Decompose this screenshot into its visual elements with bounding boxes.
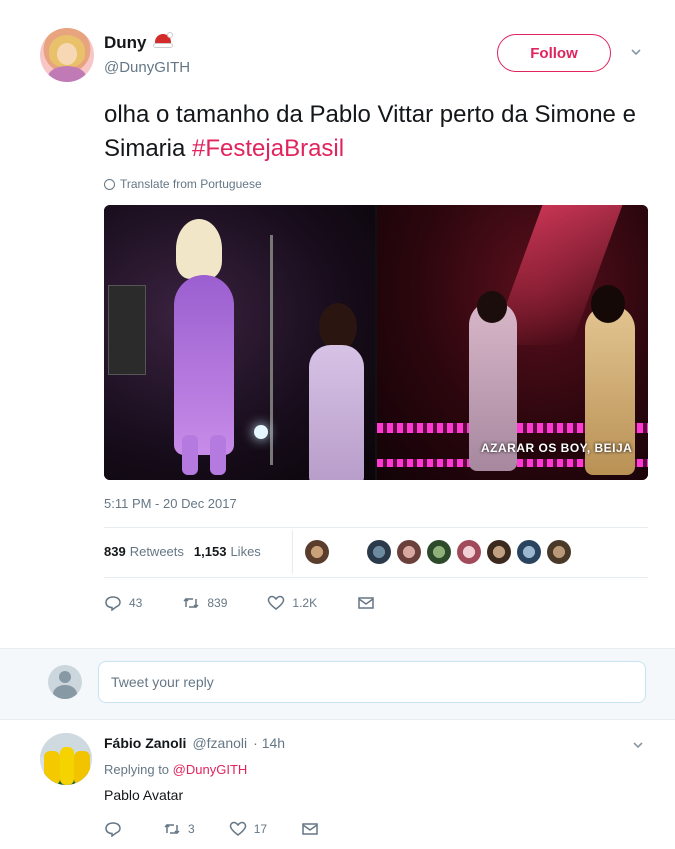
heart-icon (229, 821, 246, 836)
tweet-timestamp[interactable]: 5:11 PM - 20 Dec 2017 (104, 496, 237, 511)
media-photo-left[interactable] (104, 205, 375, 480)
translate-label: Translate from Portuguese (120, 177, 262, 191)
tweet-card: Duny @DunyGITH Follow olha o tamanho da … (0, 0, 675, 648)
retweet-icon (164, 823, 180, 835)
like-button[interactable]: 1.2K (267, 595, 317, 611)
media-caption: AZARAR OS BOY, BEIJA (481, 441, 633, 455)
reply-time[interactable]: · 14h (253, 735, 285, 751)
liker-avatar[interactable] (457, 540, 481, 564)
reply-button[interactable] (104, 821, 129, 837)
tweet-text: olha o tamanho da Pablo Vittar perto da … (104, 98, 654, 166)
reply-icon (105, 596, 121, 611)
retweet-button[interactable]: 839 (182, 595, 227, 611)
reply-actions: 3 17 (104, 821, 353, 837)
retweet-button[interactable]: 3 (163, 821, 195, 837)
liker-avatar[interactable] (427, 540, 451, 564)
heart-icon (268, 595, 285, 610)
replying-to: Replying to @DunyGITH (104, 762, 248, 777)
liker-avatar[interactable] (547, 540, 571, 564)
current-user-avatar (48, 665, 82, 699)
tweet-actions: 43 839 1.2K (104, 595, 415, 611)
reply-author-name[interactable]: Fábio Zanoli (104, 735, 186, 751)
reply-author-handle[interactable]: @fzanoli (192, 735, 247, 751)
retweet-count: 3 (188, 822, 195, 836)
author-avatar[interactable] (40, 28, 94, 82)
tweet-media[interactable]: AZARAR OS BOY, BEIJA (104, 205, 648, 480)
liker-avatars (305, 540, 571, 564)
envelope-icon (302, 823, 318, 835)
divider (292, 530, 293, 574)
author-handle[interactable]: @DunyGITH (104, 59, 190, 76)
liker-avatar[interactable] (517, 540, 541, 564)
follow-button[interactable]: Follow (497, 34, 611, 72)
tweet-text-main: olha o tamanho da Pablo Vittar perto da … (104, 101, 636, 162)
likes-stat[interactable]: 1,153 Likes (194, 544, 261, 559)
liker-avatar[interactable] (397, 540, 421, 564)
like-button[interactable]: 17 (229, 821, 267, 837)
retweet-count: 839 (207, 596, 228, 610)
reply-count: 43 (129, 596, 143, 610)
direct-message-button[interactable] (301, 821, 319, 837)
hashtag-link[interactable]: #FestejaBrasil (192, 135, 344, 162)
liker-avatar[interactable] (367, 540, 391, 564)
reply-header: Fábio Zanoli @fzanoli · 14h (104, 735, 285, 751)
reply-composer (0, 648, 675, 720)
santa-hat-icon (152, 32, 173, 52)
direct-message-button[interactable] (357, 595, 375, 611)
chevron-down-icon[interactable] (630, 46, 642, 58)
chevron-down-icon[interactable] (632, 739, 644, 751)
translate-link[interactable]: Translate from Portuguese (104, 177, 262, 191)
author-name[interactable]: Duny (104, 33, 147, 53)
reply-button[interactable]: 43 (104, 595, 142, 611)
globe-icon (104, 178, 115, 190)
divider (104, 527, 648, 528)
media-photo-right[interactable]: AZARAR OS BOY, BEIJA (377, 205, 648, 480)
reply-icon (105, 822, 121, 837)
mention-link[interactable]: @DunyGITH (173, 762, 248, 777)
author-name-row[interactable]: Duny (104, 32, 173, 53)
tweet-stats: 839 Retweets 1,153 Likes (104, 544, 261, 559)
liker-avatar[interactable] (487, 540, 511, 564)
liker-avatar[interactable] (305, 540, 329, 564)
reply-tweet: Fábio Zanoli @fzanoli · 14h Replying to … (0, 721, 675, 849)
like-count: 17 (253, 822, 268, 836)
reply-author-avatar[interactable] (40, 733, 92, 785)
envelope-icon (358, 597, 374, 609)
like-count: 1.2K (292, 596, 318, 610)
reply-text: Pablo Avatar (104, 787, 184, 803)
divider (104, 577, 648, 578)
reply-input[interactable] (98, 661, 646, 703)
retweets-stat[interactable]: 839 Retweets (104, 544, 184, 559)
retweet-icon (183, 597, 199, 609)
